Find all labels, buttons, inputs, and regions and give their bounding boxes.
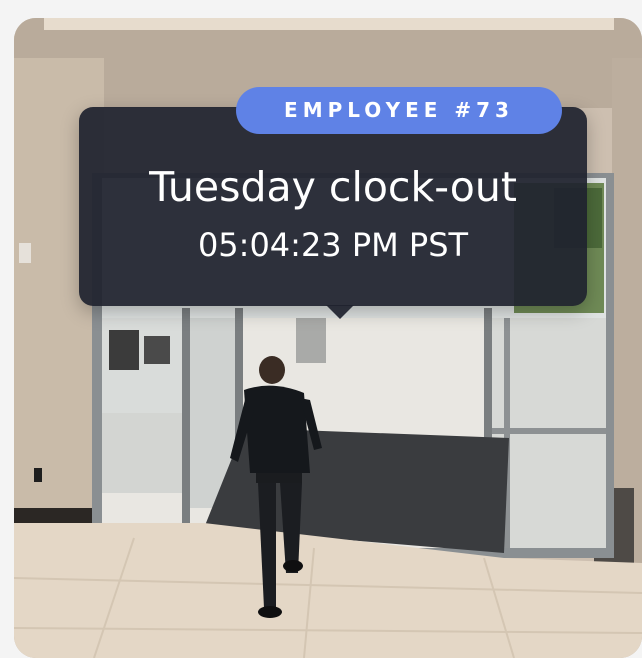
clock-event-card: EMPLOYEE #73 Tuesday clock-out 05:04:23 … bbox=[14, 18, 642, 658]
event-title: Tuesday clock-out bbox=[149, 163, 517, 211]
clock-event-popover: EMPLOYEE #73 Tuesday clock-out 05:04:23 … bbox=[79, 87, 587, 319]
event-time: 05:04:23 PM PST bbox=[197, 226, 469, 264]
employee-badge: EMPLOYEE #73 bbox=[236, 87, 562, 134]
popover-pointer bbox=[326, 305, 354, 319]
